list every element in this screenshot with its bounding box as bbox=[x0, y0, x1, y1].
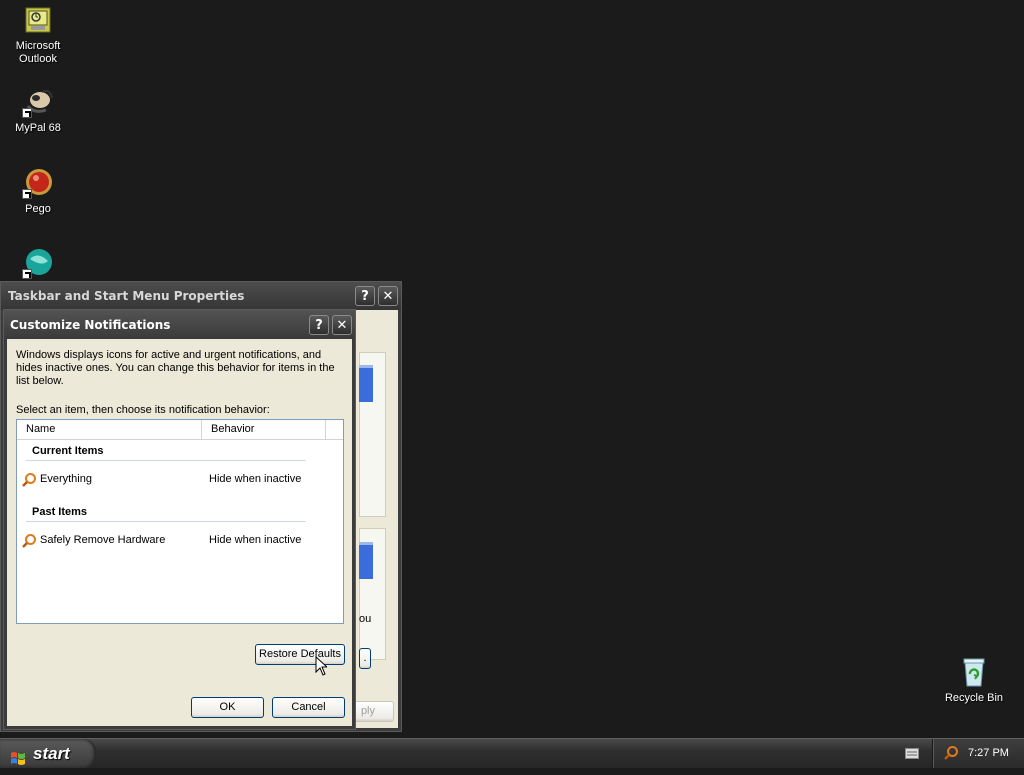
description-text: Windows displays icons for active and ur… bbox=[16, 349, 335, 387]
desktop-icon-label: Pego bbox=[25, 203, 51, 215]
partial-text: ou bbox=[359, 613, 372, 625]
desktop-icon-recycle-bin[interactable]: Recycle Bin bbox=[936, 656, 1012, 705]
close-button[interactable]: ✕ bbox=[332, 314, 352, 335]
windows-flag-icon bbox=[10, 746, 26, 765]
help-button[interactable]: ? bbox=[355, 286, 375, 306]
customize-button-partial[interactable]: . bbox=[359, 648, 371, 669]
mypal-icon bbox=[22, 86, 54, 118]
search-icon bbox=[21, 533, 37, 549]
shortcut-arrow-icon bbox=[22, 189, 32, 199]
list-item[interactable]: Safely Remove Hardware Hide when inactiv… bbox=[21, 532, 337, 550]
list-item[interactable]: Everything Hide when inactive bbox=[21, 471, 337, 489]
group-title-current: Current Items bbox=[32, 445, 104, 457]
start-button[interactable]: start bbox=[0, 739, 96, 768]
pego-icon bbox=[22, 167, 54, 199]
search-icon[interactable] bbox=[943, 745, 959, 761]
search-icon bbox=[21, 472, 37, 488]
close-button[interactable]: ✕ bbox=[378, 286, 398, 306]
help-button[interactable]: ? bbox=[309, 314, 329, 335]
list-header: Name Behavior bbox=[17, 420, 343, 440]
desktop-icon-mypal[interactable]: MyPal 68 bbox=[0, 86, 76, 135]
item-behavior[interactable]: Hide when inactive bbox=[209, 473, 301, 485]
desktop-icon-globe[interactable] bbox=[0, 247, 76, 283]
notification-items-list[interactable]: Name Behavior Current Items Everything H… bbox=[16, 419, 344, 624]
dialog-body: Windows displays icons for active and ur… bbox=[7, 339, 352, 726]
outlook-icon bbox=[22, 4, 54, 36]
restore-defaults-button[interactable]: Restore Defaults bbox=[255, 644, 345, 665]
cancel-button[interactable]: Cancel bbox=[272, 697, 345, 718]
group-title-past: Past Items bbox=[32, 506, 88, 518]
dialog-title: Taskbar and Start Menu Properties bbox=[8, 289, 245, 303]
customize-notifications-dialog: Customize Notifications ? ✕ Windows disp… bbox=[3, 309, 356, 730]
notification-preview bbox=[359, 542, 373, 579]
mouse-cursor-icon bbox=[315, 655, 329, 676]
desktop-icon-outlook[interactable]: Microsoft Outlook bbox=[0, 4, 76, 66]
ok-button[interactable]: OK bbox=[191, 697, 264, 718]
globe-icon bbox=[22, 247, 54, 279]
column-header-name[interactable]: Name bbox=[17, 420, 202, 439]
column-header-behavior[interactable]: Behavior bbox=[202, 420, 326, 439]
group-divider bbox=[26, 521, 306, 522]
taskbar: start 7:27 PM bbox=[0, 738, 1024, 768]
item-name: Safely Remove Hardware bbox=[40, 534, 166, 546]
recycle-bin-icon bbox=[958, 656, 990, 688]
dialog-title: Customize Notifications bbox=[10, 317, 171, 332]
item-behavior[interactable]: Hide when inactive bbox=[209, 534, 301, 546]
clock[interactable]: 7:27 PM bbox=[968, 739, 1009, 768]
instruction-label: Select an item, then choose its notifica… bbox=[16, 404, 270, 416]
desktop-icon-pego[interactable]: Pego bbox=[0, 167, 76, 216]
start-label: start bbox=[33, 744, 70, 763]
titlebar[interactable]: Taskbar and Start Menu Properties ? ✕ bbox=[1, 282, 401, 310]
desktop-icon-label: MyPal 68 bbox=[15, 122, 61, 134]
desktop-icon-label: Microsoft Outlook bbox=[15, 40, 61, 65]
keyboard-icon[interactable] bbox=[905, 748, 919, 759]
shortcut-arrow-icon bbox=[22, 269, 32, 279]
item-name: Everything bbox=[40, 473, 92, 485]
group-divider bbox=[26, 460, 306, 461]
shortcut-arrow-icon bbox=[22, 108, 32, 118]
system-tray: 7:27 PM bbox=[932, 739, 1024, 768]
titlebar[interactable]: Customize Notifications ? ✕ bbox=[4, 310, 355, 339]
desktop-icon-label: Recycle Bin bbox=[944, 692, 1004, 704]
taskbar-preview bbox=[359, 365, 373, 402]
